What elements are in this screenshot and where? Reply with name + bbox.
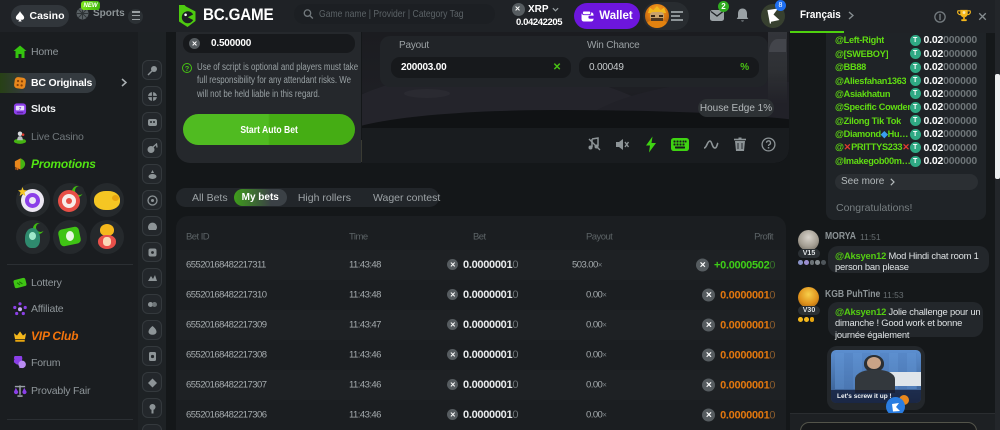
svg-text:7: 7 — [19, 106, 22, 111]
